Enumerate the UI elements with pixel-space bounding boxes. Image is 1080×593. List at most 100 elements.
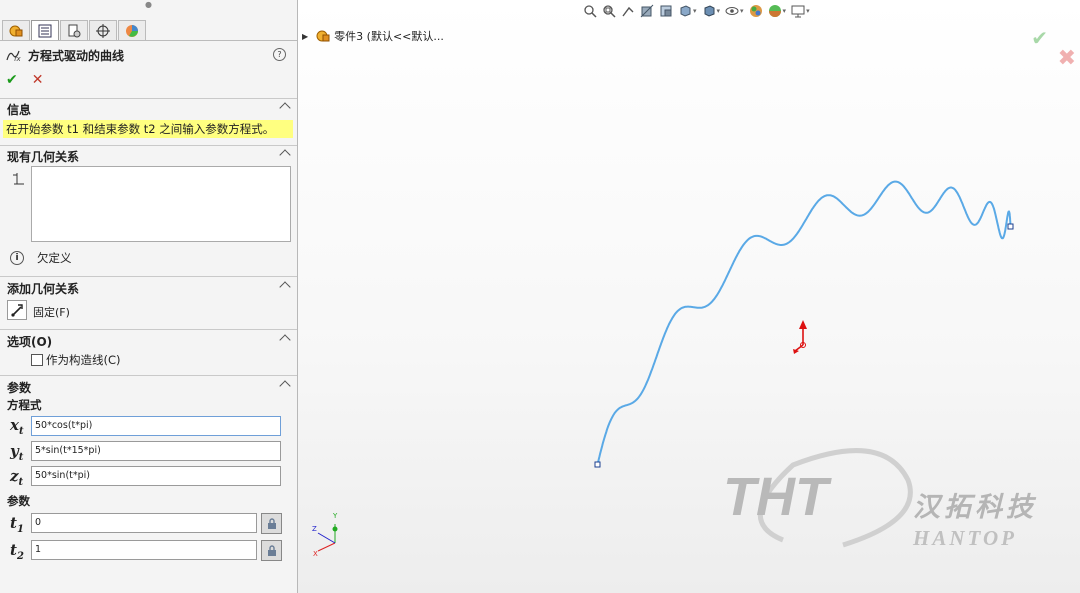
tab-property-manager[interactable] bbox=[31, 20, 59, 40]
parameters-header[interactable]: 参数 bbox=[0, 377, 297, 397]
feature-tree-flyout[interactable]: ▶ 零件3 (默认<<默认... bbox=[302, 28, 444, 44]
tab-dimxpert-manager[interactable] bbox=[89, 20, 117, 40]
cancel-button[interactable]: ✕ bbox=[32, 72, 44, 88]
hantop-watermark-logo: THT 汉拓科技 HANTOP bbox=[723, 448, 1037, 550]
yt-equation-input[interactable]: 5*sin(t*15*pi) bbox=[31, 441, 281, 461]
options-section: 选项(O) bbox=[0, 329, 297, 350]
triad-y-label: Y bbox=[332, 512, 338, 520]
anchor-icon bbox=[11, 304, 23, 317]
definition-status-text: 欠定义 bbox=[37, 251, 72, 265]
xt-label: xt bbox=[10, 416, 24, 437]
ok-button[interactable]: ✔ bbox=[6, 72, 18, 88]
part-name: 零件3 (默认<<默认... bbox=[334, 30, 444, 43]
construction-option: 作为构造线(C) bbox=[31, 352, 121, 368]
info-section: 信息 bbox=[0, 98, 297, 119]
section-view-icon[interactable] bbox=[640, 4, 654, 18]
watermark-en-text: HANTOP bbox=[912, 526, 1017, 550]
add-relations-title: 添加几何关系 bbox=[7, 281, 80, 296]
tab-divider bbox=[0, 40, 297, 41]
lock-icon bbox=[267, 517, 276, 529]
tab-feature-manager[interactable] bbox=[2, 20, 30, 40]
triad-z-label: Z bbox=[312, 525, 317, 533]
svg-text:fx: fx bbox=[14, 55, 21, 62]
parameters-section: 参数 bbox=[0, 375, 297, 396]
property-manager-icon bbox=[38, 24, 52, 37]
t1-lock-button[interactable] bbox=[261, 513, 282, 534]
ok-cancel-group: ✔ ✕ bbox=[6, 72, 43, 88]
chevron-down-icon[interactable]: ▾ bbox=[783, 7, 787, 15]
construction-label: 作为构造线(C) bbox=[46, 353, 121, 367]
zoom-to-fit-icon[interactable] bbox=[583, 4, 597, 18]
existing-relations-header[interactable]: 现有几何关系 bbox=[0, 146, 297, 166]
expand-arrow-icon[interactable]: ▶ bbox=[302, 32, 308, 41]
parameters-title: 参数 bbox=[7, 380, 32, 395]
view-settings-icon[interactable] bbox=[791, 4, 805, 18]
chevron-down-icon[interactable]: ▾ bbox=[806, 7, 810, 15]
info-section-header[interactable]: 信息 bbox=[0, 99, 297, 119]
xt-equation-input[interactable]: 50*cos(t*pi) bbox=[31, 416, 281, 436]
equation-curve-icon: fx bbox=[6, 50, 21, 62]
lock-icon bbox=[267, 544, 276, 556]
panel-grip[interactable]: ● bbox=[0, 0, 297, 10]
graphics-area[interactable]: ▾ ▾ ▾ ▾ ▾ ▶ 零件3 (默认<<默认... ✔ ✖ Y X Z THT… bbox=[298, 0, 1080, 593]
info-message: 在开始参数 t1 和结束参数 t2 之间输入参数方程式。 bbox=[3, 120, 293, 138]
fix-relation-label: 固定(F) bbox=[33, 306, 70, 319]
view-orientation-icon[interactable] bbox=[678, 4, 692, 18]
feature-title: 方程式驱动的曲线 bbox=[28, 48, 125, 63]
yt-label: yt bbox=[10, 442, 24, 463]
curve-start-point[interactable] bbox=[594, 461, 601, 468]
collapse-chevron-icon[interactable] bbox=[279, 334, 291, 346]
tab-display-manager[interactable] bbox=[118, 20, 146, 40]
collapse-chevron-icon[interactable] bbox=[279, 380, 291, 392]
existing-relations-section: 现有几何关系 bbox=[0, 145, 297, 166]
hide-show-items-icon[interactable] bbox=[725, 4, 739, 18]
heads-up-toolbar: ▾ ▾ ▾ ▾ ▾ bbox=[583, 4, 810, 18]
chevron-down-icon[interactable]: ▾ bbox=[693, 7, 697, 15]
curve-end-point[interactable] bbox=[1007, 223, 1014, 230]
feature-title-bar: fx 方程式驱动的曲线 ? bbox=[6, 46, 292, 64]
construction-checkbox[interactable] bbox=[31, 354, 43, 366]
tab-configuration-manager[interactable] bbox=[60, 20, 88, 40]
collapse-chevron-icon[interactable] bbox=[279, 281, 291, 293]
zoom-to-area-icon[interactable] bbox=[602, 4, 616, 18]
origin-icon bbox=[793, 320, 807, 354]
edit-appearance-icon[interactable] bbox=[749, 4, 763, 18]
parameter-label: 参数 bbox=[7, 494, 30, 508]
relations-icon bbox=[11, 171, 25, 189]
t1-label: t1 bbox=[10, 514, 24, 535]
t2-input[interactable]: 1 bbox=[31, 540, 257, 560]
definition-status: i 欠定义 bbox=[10, 250, 72, 266]
options-title: 选项(O) bbox=[7, 334, 53, 349]
view-triad: Y X Z bbox=[312, 512, 338, 558]
info-icon: i bbox=[10, 251, 24, 265]
previous-view-icon[interactable] bbox=[621, 4, 635, 18]
display-manager-icon bbox=[126, 24, 138, 37]
chevron-down-icon[interactable]: ▾ bbox=[740, 7, 744, 15]
display-style-icon[interactable] bbox=[702, 4, 716, 18]
existing-relations-title: 现有几何关系 bbox=[7, 149, 80, 164]
add-relations-header[interactable]: 添加几何关系 bbox=[0, 278, 297, 298]
zt-equation-input[interactable]: 50*sin(t*pi) bbox=[31, 466, 281, 486]
t2-label: t2 bbox=[10, 541, 24, 562]
feature-tree-icon bbox=[9, 25, 23, 36]
collapse-chevron-icon[interactable] bbox=[279, 102, 291, 114]
triad-x-label: X bbox=[313, 550, 318, 558]
equation-driven-curve[interactable] bbox=[596, 180, 1012, 465]
confirm-corner-cancel-icon[interactable]: ✖ bbox=[1058, 46, 1076, 71]
existing-relations-list[interactable] bbox=[31, 166, 291, 242]
part-icon bbox=[316, 30, 330, 42]
dynamic-annotation-icon[interactable] bbox=[659, 4, 673, 18]
help-icon[interactable]: ? bbox=[273, 48, 286, 61]
t1-input[interactable]: 0 bbox=[31, 513, 257, 533]
t2-lock-button[interactable] bbox=[261, 540, 282, 561]
options-header[interactable]: 选项(O) bbox=[0, 331, 297, 351]
watermark-cn-text: 汉拓科技 bbox=[913, 492, 1037, 523]
collapse-chevron-icon[interactable] bbox=[279, 149, 291, 161]
apply-scene-icon[interactable] bbox=[768, 4, 782, 18]
chevron-down-icon[interactable]: ▾ bbox=[717, 7, 721, 15]
configuration-icon bbox=[68, 24, 81, 37]
confirm-corner-ok-icon[interactable]: ✔ bbox=[1031, 26, 1048, 50]
info-section-title: 信息 bbox=[7, 102, 32, 117]
fix-relation-button[interactable] bbox=[7, 300, 27, 320]
manager-tabs bbox=[2, 20, 147, 41]
